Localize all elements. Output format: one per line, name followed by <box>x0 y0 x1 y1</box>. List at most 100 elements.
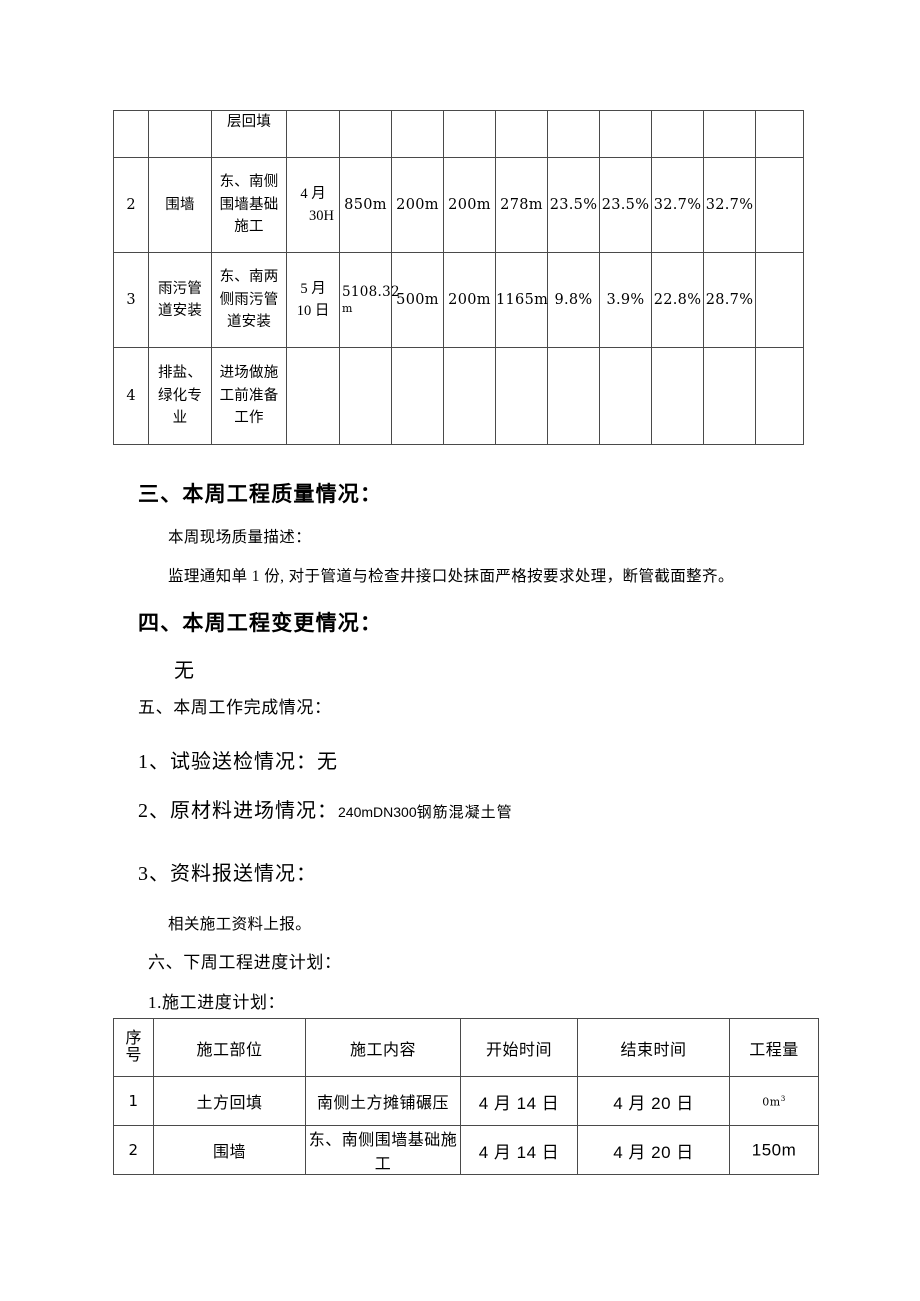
cell-last <box>755 110 804 158</box>
cell-last <box>755 157 804 253</box>
cell-pct2: 3.9% <box>599 252 652 348</box>
cell-last <box>755 252 804 348</box>
cell-qty-week: 200m <box>391 157 444 253</box>
cell-start: 4 月 14 日 <box>460 1125 578 1175</box>
header-start: 开始时间 <box>460 1018 578 1077</box>
table-row: 2 围墙 东、南侧围墙基础施工 4 月 14 日 4 月 20 日 150m <box>113 1125 819 1175</box>
section-4-heading: 四、本周工程变更情况： <box>138 612 383 635</box>
cell-qty-week: 500m <box>391 252 444 348</box>
cell-part: 土方回填 <box>153 1076 306 1126</box>
cell-pct2: 23.5% <box>599 157 652 253</box>
cell-pct4 <box>703 347 756 445</box>
plan-table-header-row: 序 号 施工部位 施工内容 开始时间 结束时间 工程量 <box>113 1018 819 1077</box>
cell-qty: 0m3 <box>729 1076 819 1126</box>
cell-pct1 <box>547 110 600 158</box>
section-6-heading: 六、下周工程进度计划： <box>148 953 342 972</box>
progress-table: 层回填 2 围墙 东、南侧围墙基础施工 4 月 30H 850m 200m 20… <box>113 110 804 445</box>
cell-pct3: 22.8% <box>651 252 704 348</box>
header-content: 施工内容 <box>305 1018 461 1077</box>
cell-content: 进场做施工前准备工作 <box>211 347 287 445</box>
cell-end: 4 月 20 日 <box>577 1125 730 1175</box>
cell-qty-plan: 200m <box>443 252 496 348</box>
section-5-item-2-label: 2、原材料进场情况： <box>138 800 338 822</box>
cell-date: 5 月 10 日 <box>286 252 340 348</box>
cell-pct2 <box>599 110 652 158</box>
section-3-line-1: 本周现场质量描述： <box>168 529 312 546</box>
cell-index: 2 <box>113 157 149 253</box>
cell-part <box>148 110 212 158</box>
cell-content: 东、南两侧雨污管道安装 <box>211 252 287 348</box>
cell-content: 东、南侧围墙基础施工 <box>211 157 287 253</box>
header-qty: 工程量 <box>729 1018 819 1077</box>
section-5-heading: 五、本周工作完成情况： <box>138 698 332 717</box>
cell-pct3 <box>651 347 704 445</box>
cell-date <box>286 347 340 445</box>
cell-qty-total-unit: m <box>342 301 353 315</box>
section-5-item-2-value-en: 240mDN300 <box>338 804 417 820</box>
table-row: 层回填 <box>113 110 804 158</box>
cell-qty: 150m <box>729 1125 819 1175</box>
cell-pct1 <box>547 347 600 445</box>
section-5-item-3: 3、资料报送情况： <box>138 863 317 885</box>
cell-qty-total: 5108.32 m <box>339 252 400 348</box>
cell-last <box>755 347 804 445</box>
plan-table: 序 号 施工部位 施工内容 开始时间 结束时间 工程量 1 土方回填 南侧土方摊… <box>113 1018 819 1175</box>
cell-qty-total-value: 5108.32 <box>342 284 400 301</box>
cell-qty-plan <box>443 110 496 158</box>
section-6-subheading: 1.施工进度计划： <box>148 993 286 1012</box>
cell-qty-week <box>391 110 444 158</box>
section-3-line-2: 监理通知单 1 份, 对于管道与检查井接口处抹面严格按要求处理，断管截面整齐。 <box>168 568 734 585</box>
cell-date-line2: 30H <box>309 208 334 224</box>
cell-qty-exponent: 3 <box>780 1093 786 1103</box>
cell-date-line1: 4 月 <box>300 185 326 202</box>
cell-pct4: 32.7% <box>703 157 756 253</box>
cell-part: 排盐、绿化专业 <box>148 347 212 445</box>
cell-content: 层回填 <box>211 110 287 158</box>
cell-part: 雨污管道安装 <box>148 252 212 348</box>
cell-end: 4 月 20 日 <box>577 1076 730 1126</box>
cell-qty-plan <box>443 347 496 445</box>
table-row: 2 围墙 东、南侧围墙基础施工 4 月 30H 850m 200m 200m 2… <box>113 157 804 253</box>
cell-pct1: 9.8% <box>547 252 600 348</box>
cell-qty-total <box>339 110 392 158</box>
cell-qty-actual: 278m <box>495 157 548 253</box>
cell-date: 4 月 30H <box>286 157 340 253</box>
header-end: 结束时间 <box>577 1018 730 1077</box>
cell-qty-total <box>339 347 392 445</box>
cell-part: 围墙 <box>148 157 212 253</box>
cell-content: 南侧土方摊铺碾压 <box>305 1076 461 1126</box>
cell-pct1: 23.5% <box>547 157 600 253</box>
cell-pct2 <box>599 347 652 445</box>
cell-pct4 <box>703 110 756 158</box>
cell-pct4: 28.7% <box>703 252 756 348</box>
cell-qty-week <box>391 347 444 445</box>
cell-pct3: 32.7% <box>651 157 704 253</box>
cell-qty-plan: 200m <box>443 157 496 253</box>
cell-date-line1: 5 月 <box>300 280 326 297</box>
table-row: 4 排盐、绿化专业 进场做施工前准备工作 <box>113 347 804 445</box>
section-3-heading: 三、本周工程质量情况： <box>138 483 383 506</box>
cell-index <box>113 110 149 158</box>
cell-date <box>286 110 340 158</box>
header-seq-line2: 号 <box>125 1046 142 1064</box>
cell-qty-value: 150m <box>751 1140 797 1160</box>
header-seq: 序 号 <box>113 1018 154 1077</box>
cell-index: 3 <box>113 252 149 348</box>
header-seq-line1: 序 <box>125 1029 142 1047</box>
cell-qty-actual: 1165m <box>495 252 548 348</box>
table-row: 1 土方回填 南侧土方摊铺碾压 4 月 14 日 4 月 20 日 0m3 <box>113 1076 819 1126</box>
document-page: 层回填 2 围墙 东、南侧围墙基础施工 4 月 30H 850m 200m 20… <box>0 0 920 1301</box>
section-5-item-1: 1、试验送检情况：无 <box>138 751 338 773</box>
cell-start: 4 月 14 日 <box>460 1076 578 1126</box>
cell-content: 东、南侧围墙基础施工 <box>305 1125 461 1175</box>
progress-table-container: 层回填 2 围墙 东、南侧围墙基础施工 4 月 30H 850m 200m 20… <box>113 110 804 445</box>
cell-part: 围墙 <box>153 1125 306 1175</box>
cell-qty-actual <box>495 347 548 445</box>
cell-index: 1 <box>113 1076 154 1126</box>
section-5-item-3-body: 相关施工资料上报。 <box>168 916 312 933</box>
cell-pct3 <box>651 110 704 158</box>
section-5-item-2-value-cn: 钢筋混凝土管 <box>416 805 513 821</box>
cell-index: 4 <box>113 347 149 445</box>
cell-date-line2: 10 日 <box>296 303 330 319</box>
header-part: 施工部位 <box>153 1018 306 1077</box>
